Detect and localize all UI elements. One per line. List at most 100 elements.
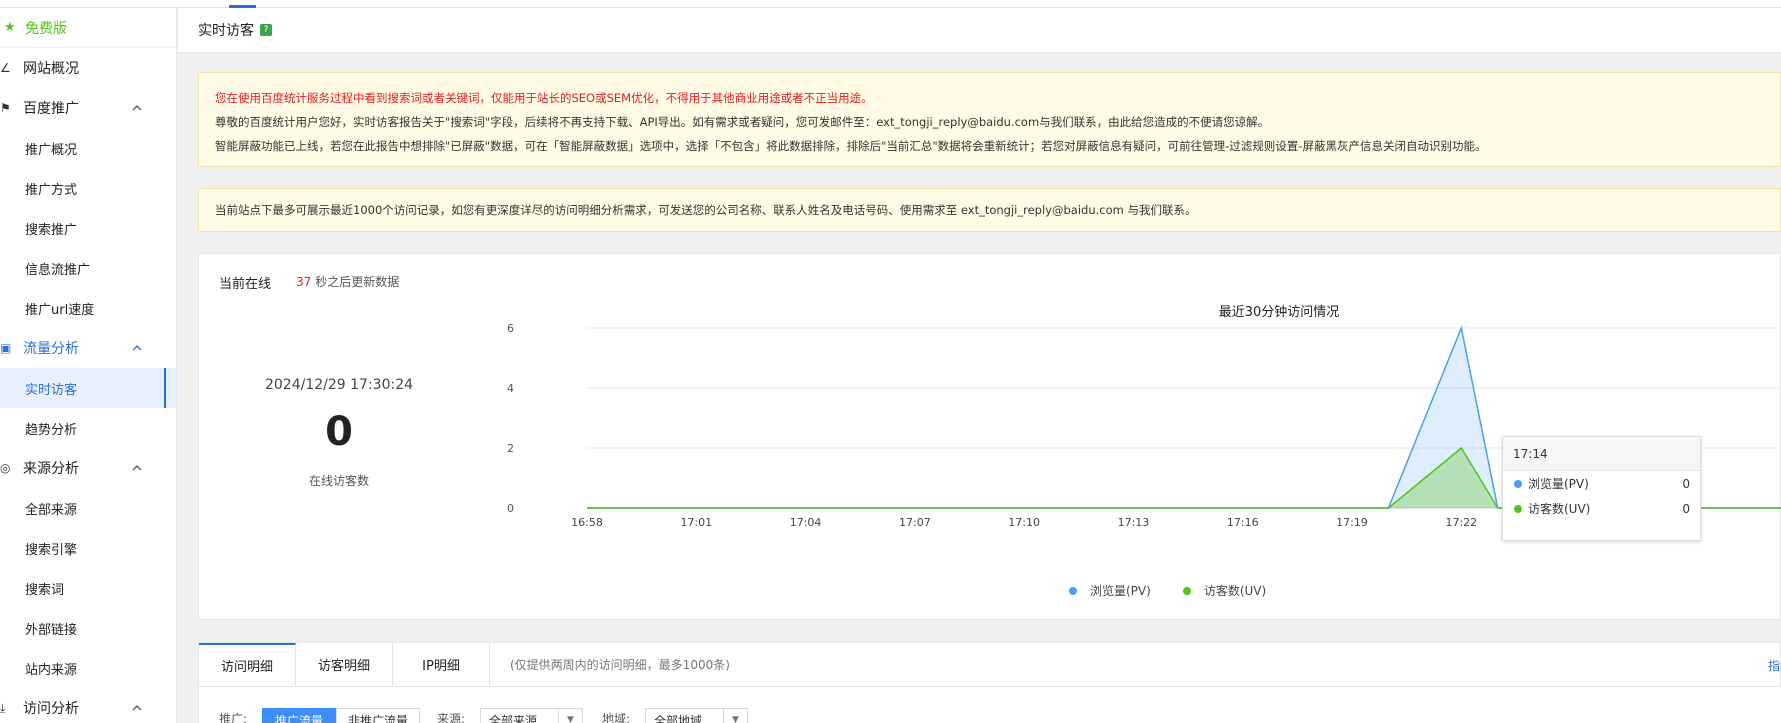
tabs-right-link[interactable]: 指 bbox=[1768, 657, 1780, 674]
sidebar-item[interactable]: 趋势分析 bbox=[0, 408, 176, 448]
current-datetime: 2024/12/29 17:30:24 bbox=[264, 377, 414, 393]
sidebar-group-label: 访问分析 bbox=[23, 701, 79, 717]
chevron-down-icon: ▼ bbox=[558, 709, 582, 723]
sidebar-group[interactable]: ∠ 网站概况 bbox=[0, 48, 176, 88]
x-tick-label: 17:19 bbox=[1336, 516, 1368, 529]
x-tick-label: 17:13 bbox=[1118, 516, 1150, 529]
y-tick-label: 4 bbox=[507, 382, 514, 395]
tooltip-dot-uv bbox=[1514, 504, 1522, 513]
sidebar-menu: ∠ 网站概况 ⚑ 百度推广推广概况 推广方式 搜索推广 信息流推广 推广url速度 ▣ 流量分析实… bbox=[0, 48, 176, 723]
sidebar-item[interactable]: 站内来源 bbox=[0, 648, 176, 688]
detail-tabs: 访问明细 访客明细 IP明细 (仅提供两周内的访问明细，最多1000条) 指 bbox=[198, 642, 1781, 687]
sidebar-item[interactable]: 外部链接 bbox=[0, 608, 176, 648]
top-nav-active-indicator bbox=[229, 5, 256, 8]
sidebar-item[interactable]: 推广方式 bbox=[0, 168, 176, 208]
y-tick-label: 6 bbox=[507, 322, 514, 335]
realtime-panel: 当前在线 37 秒之后更新数据 2024/12/29 17:30:24 0 在线访… bbox=[198, 253, 1781, 620]
legend-label-uv: 访客数(UV) bbox=[1203, 584, 1267, 598]
refresh-countdown: 37 秒之后更新数据 bbox=[296, 273, 399, 290]
online-visitor-count: 0 bbox=[325, 409, 353, 455]
x-tick-label: 17:04 bbox=[790, 516, 822, 529]
notice-banner-terms: 您在使用百度统计服务过程中看到搜索词或者关键词，仅能用于站长的SEO或SEM优化… bbox=[198, 72, 1781, 167]
region-select-value: 全部地域 bbox=[654, 713, 703, 723]
sidebar-item[interactable]: 推广概况 bbox=[0, 128, 176, 168]
chevron-up-icon bbox=[132, 345, 142, 351]
source-select[interactable]: 全部来源 ▼ bbox=[480, 708, 583, 723]
sidebar-group[interactable]: ⚑ 百度推广 bbox=[0, 88, 176, 128]
tooltip-label-pv: 浏览量(PV) bbox=[1528, 477, 1589, 491]
x-tick-label: 17:22 bbox=[1445, 516, 1477, 529]
tooltip-dot-pv bbox=[1514, 479, 1522, 488]
sidebar-group-label: 来源分析 bbox=[23, 461, 79, 477]
legend-dot-uv bbox=[1182, 586, 1191, 595]
non-promo-traffic-button[interactable]: 非推广流量 bbox=[336, 708, 420, 723]
tooltip-row-pv: 浏览量(PV) 0 bbox=[1503, 471, 1700, 496]
online-visitor-label: 在线访客数 bbox=[308, 474, 369, 488]
tooltip-time: 17:14 bbox=[1503, 437, 1700, 471]
sidebar: ★ 免费版 ∠ 网站概况 ⚑ 百度推广推广概况 推广方式 搜索推广 信息流推广 推广url速度… bbox=[0, 8, 177, 723]
region-select[interactable]: 全部地域 ▼ bbox=[645, 708, 748, 723]
online-title: 当前在线 bbox=[219, 277, 272, 292]
chevron-up-icon bbox=[132, 465, 142, 471]
legend-label-pv: 浏览量(PV) bbox=[1090, 584, 1151, 598]
promo-filter-label: 推广: bbox=[219, 712, 248, 723]
image-icon: ▣ bbox=[0, 341, 12, 355]
tabs-note: (仅提供两周内的访问明细，最多1000条) bbox=[510, 658, 730, 672]
legend-item-uv[interactable]: 访客数(UV) bbox=[1182, 582, 1267, 599]
y-tick-label: 2 bbox=[507, 442, 514, 455]
chevron-up-icon bbox=[132, 105, 142, 111]
source-select-value: 全部来源 bbox=[489, 713, 538, 723]
chart-legend: 浏览量(PV) 访客数(UV) bbox=[1069, 582, 1266, 599]
free-edition-row[interactable]: ★ 免费版 bbox=[0, 8, 176, 48]
notice-banner-limit: 当前站点下最多可展示最近1000个访问记录，如您有更深度详尽的访问明细分析需求，… bbox=[198, 188, 1781, 232]
x-tick-label: 17:16 bbox=[1227, 516, 1259, 529]
flag-icon: ⚑ bbox=[0, 101, 11, 115]
tab-visit-detail[interactable]: 访问明细 bbox=[199, 643, 296, 686]
x-tick-label: 16:58 bbox=[571, 516, 603, 529]
chevron-down-icon: ▼ bbox=[723, 709, 747, 723]
tooltip-label-uv: 访客数(UV) bbox=[1528, 502, 1591, 516]
help-icon[interactable]: ? bbox=[260, 24, 272, 36]
chevron-up-icon bbox=[132, 705, 142, 711]
star-icon: ★ bbox=[4, 20, 16, 35]
sidebar-item[interactable]: 搜索词 bbox=[0, 568, 176, 608]
sidebar-group[interactable]: ⤓ 访问分析 bbox=[0, 688, 176, 723]
legend-dot-pv bbox=[1069, 586, 1077, 595]
region-filter-label: 地域: bbox=[602, 712, 631, 723]
sidebar-item[interactable]: 搜索推广 bbox=[0, 208, 176, 248]
sidebar-group-label: 百度推广 bbox=[23, 101, 79, 117]
sidebar-group[interactable]: ▣ 流量分析 bbox=[0, 328, 176, 368]
chart-tooltip: 17:14 浏览量(PV) 0 访客数(UV) 0 bbox=[1502, 436, 1701, 541]
x-tick-label: 17:07 bbox=[899, 516, 931, 529]
y-tick-label: 0 bbox=[507, 502, 514, 515]
countdown-text: 秒之后更新数据 bbox=[315, 275, 400, 289]
sidebar-item[interactable]: 实时访客 bbox=[0, 368, 176, 408]
page-title: 实时访客 bbox=[198, 23, 254, 39]
tooltip-value-uv: 0 bbox=[1682, 501, 1690, 516]
sidebar-item[interactable]: 推广url速度 bbox=[0, 288, 176, 328]
x-tick-label: 17:10 bbox=[1008, 516, 1040, 529]
legend-item-pv[interactable]: 浏览量(PV) bbox=[1069, 582, 1151, 599]
notice-line-search-term: 尊敬的百度统计用户您好，实时访客报告关于"搜索词"字段，后续将不再支持下载、AP… bbox=[215, 115, 1270, 129]
sidebar-item[interactable]: 搜索引擎 bbox=[0, 528, 176, 568]
sidebar-item[interactable]: 信息流推广 bbox=[0, 248, 176, 288]
countdown-number: 37 bbox=[296, 275, 312, 289]
signal-icon: ◎ bbox=[0, 461, 11, 475]
sidebar-item[interactable]: 全部来源 bbox=[0, 488, 176, 528]
notice-line-warning: 您在使用百度统计服务过程中看到搜索词或者关键词，仅能用于站长的SEO或SEM优化… bbox=[215, 91, 873, 105]
free-edition-label: 免费版 bbox=[25, 20, 67, 37]
x-tick-label: 17:01 bbox=[680, 516, 712, 529]
tooltip-value-pv: 0 bbox=[1682, 476, 1690, 491]
source-filter-label: 来源: bbox=[437, 712, 466, 723]
tooltip-row-uv: 访客数(UV) 0 bbox=[1503, 496, 1700, 521]
filter-bar: 推广: 推广流量 非推广流量 来源: 全部来源 ▼ 地域: 全部地域 ▼ bbox=[198, 687, 1781, 723]
tab-visitor-detail[interactable]: 访客明细 bbox=[296, 643, 393, 686]
tab-ip-detail[interactable]: IP明细 bbox=[393, 643, 490, 686]
notice-limit-text: 当前站点下最多可展示最近1000个访问记录，如您有更深度详尽的访问明细分析需求，… bbox=[215, 203, 1197, 217]
sidebar-group[interactable]: ◎ 来源分析 bbox=[0, 448, 176, 488]
sidebar-group-label: 流量分析 bbox=[23, 341, 79, 357]
download-icon: ⤓ bbox=[0, 700, 6, 715]
line-chart-icon: ∠ bbox=[0, 61, 11, 75]
page-header: 实时访客 ? bbox=[178, 8, 1781, 53]
promo-traffic-button[interactable]: 推广流量 bbox=[262, 708, 336, 723]
